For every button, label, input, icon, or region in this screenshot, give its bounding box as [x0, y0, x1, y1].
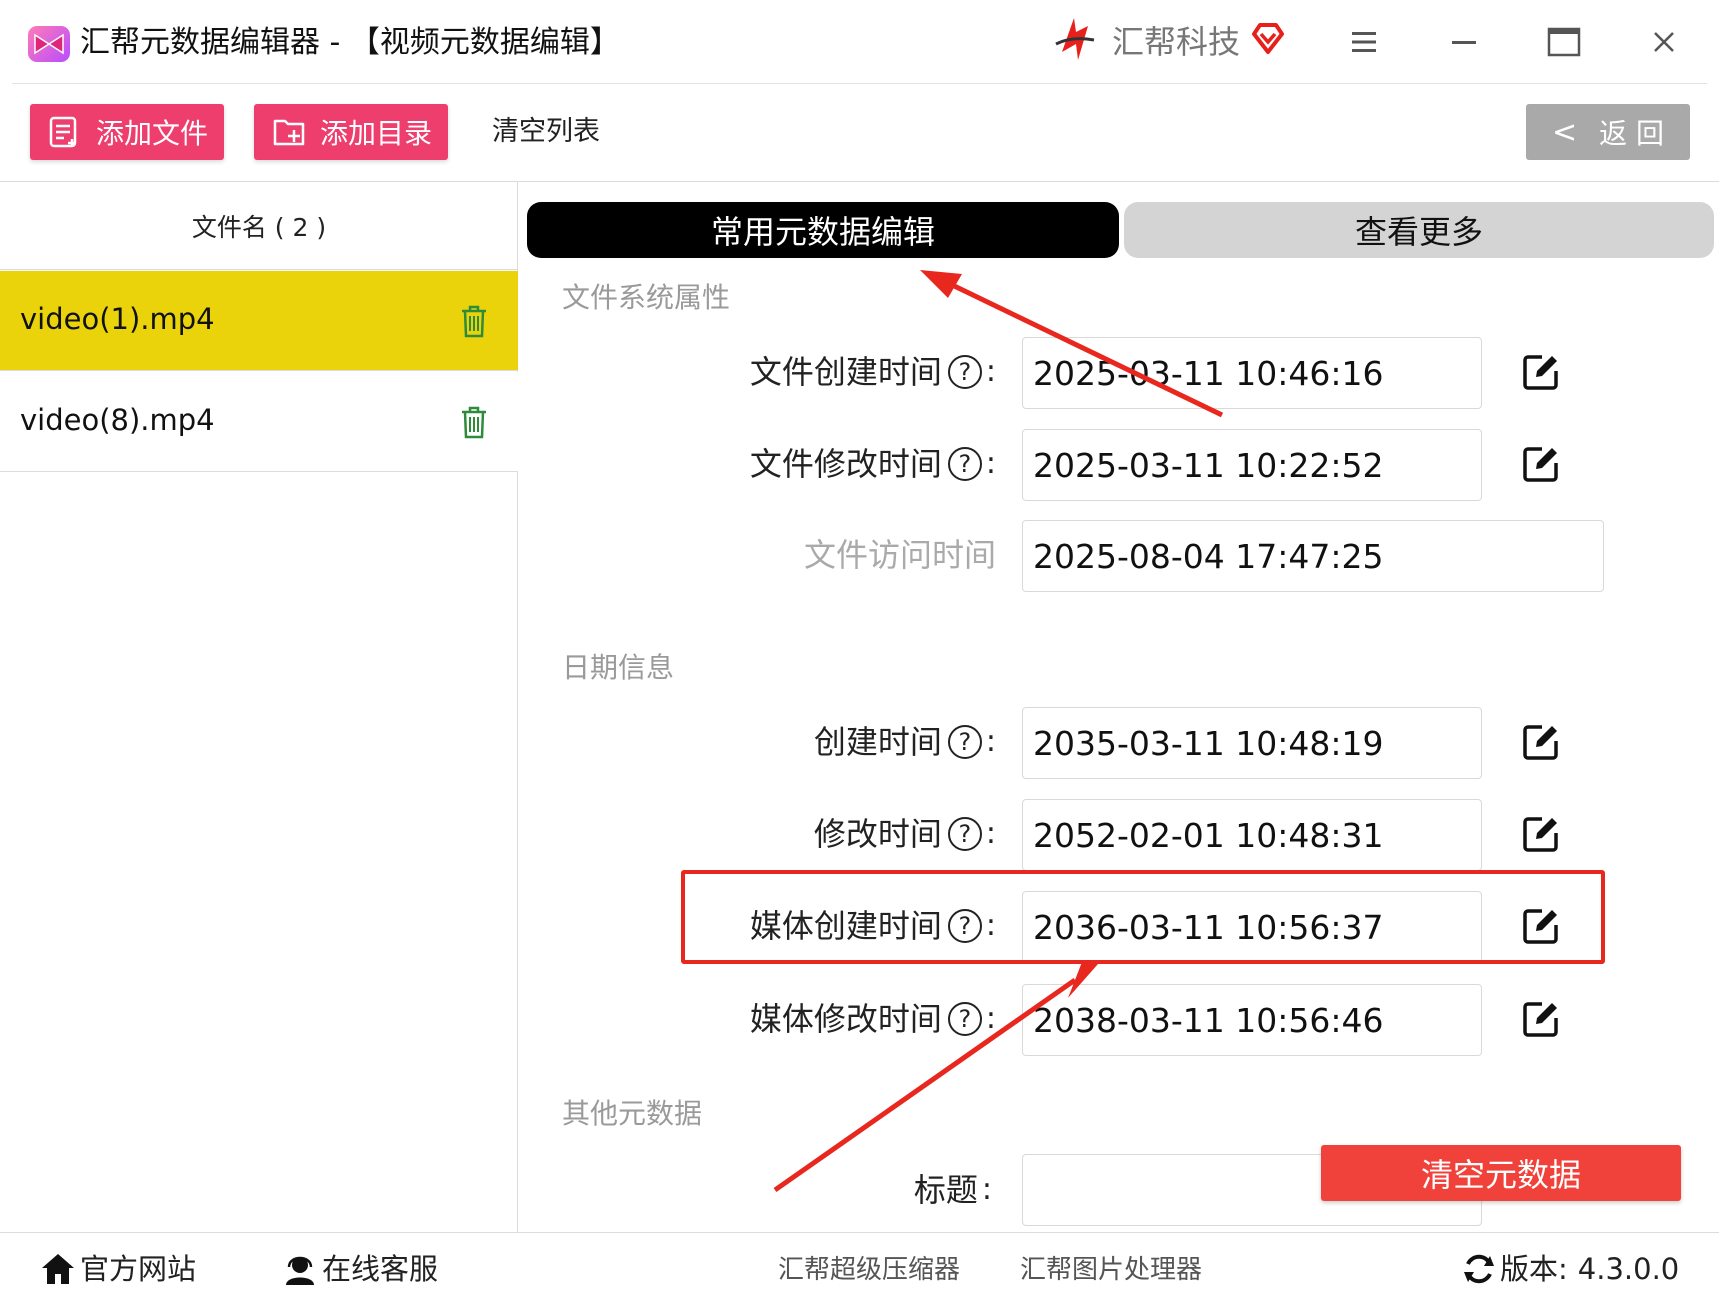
- vip-heart-icon[interactable]: [1250, 20, 1286, 56]
- clear-list-button[interactable]: 清空列表: [492, 114, 600, 150]
- image-processor-link[interactable]: 汇帮图片处理器: [1020, 1251, 1202, 1289]
- online-service-link[interactable]: 在线客服: [282, 1249, 438, 1289]
- window-title: 汇帮元数据编辑器 - 【视频元数据编辑】: [80, 25, 620, 60]
- add-folder-label: 添加目录: [320, 117, 433, 150]
- menu-button[interactable]: [1340, 18, 1388, 66]
- maximize-icon: [1547, 27, 1581, 57]
- field-label-file-created: 文件创建时间 ? :: [749, 353, 996, 391]
- edit-icon[interactable]: [1522, 445, 1560, 483]
- official-site-link[interactable]: 官方网站: [40, 1249, 196, 1289]
- file-list-header: 文件名 ( 2 ): [0, 182, 518, 270]
- file-accessed-input: 2025-08-04 17:47:25: [1022, 520, 1604, 592]
- help-icon[interactable]: ?: [947, 355, 982, 389]
- clear-metadata-button[interactable]: 清空元数据: [1321, 1145, 1681, 1201]
- edit-icon[interactable]: [1522, 815, 1560, 853]
- created-input[interactable]: 2035-03-11 10:48:19: [1022, 707, 1482, 779]
- field-label-media-modified: 媒体修改时间 ? :: [749, 1000, 996, 1038]
- add-file-icon: [49, 116, 77, 148]
- help-icon[interactable]: ?: [947, 447, 982, 481]
- field-label-file-modified: 文件修改时间 ? :: [749, 445, 996, 483]
- file-list-panel: 文件名 ( 2 ) video(1).mp4 video(8).mp4: [0, 182, 518, 1232]
- close-button[interactable]: [1640, 18, 1688, 66]
- headset-icon: [286, 1256, 314, 1285]
- field-label-modified: 修改时间 ? :: [813, 815, 996, 853]
- menu-icon: [1352, 32, 1376, 52]
- trash-icon[interactable]: [458, 404, 490, 440]
- back-button[interactable]: < 返 回: [1526, 104, 1690, 160]
- home-icon: [42, 1254, 74, 1284]
- section-title-filesystem: 文件系统属性: [562, 281, 731, 314]
- annotation-arrowhead-tab: [920, 270, 962, 298]
- version-info: 版本: 4.3.0.0: [1462, 1249, 1679, 1289]
- section-title-date: 日期信息: [562, 651, 675, 684]
- add-folder-button[interactable]: 添加目录: [254, 104, 448, 160]
- edit-icon[interactable]: [1522, 907, 1560, 945]
- media-created-input[interactable]: 2036-03-11 10:56:37: [1022, 891, 1482, 963]
- compressor-link[interactable]: 汇帮超级压缩器: [778, 1251, 960, 1289]
- modified-input[interactable]: 2052-02-01 10:48:31: [1022, 799, 1482, 871]
- field-label-media-created: 媒体创建时间 ? :: [749, 907, 996, 945]
- trash-icon[interactable]: [458, 303, 490, 339]
- add-file-button[interactable]: 添加文件: [30, 104, 224, 160]
- file-created-input[interactable]: 2025-03-11 10:46:16: [1022, 337, 1482, 409]
- title-bar: 汇帮元数据编辑器 - 【视频元数据编辑】 汇帮科技: [0, 0, 1719, 84]
- edit-icon[interactable]: [1522, 353, 1560, 391]
- toolbar: 添加文件 添加目录 清空列表 < 返 回: [0, 84, 1719, 182]
- media-modified-input[interactable]: 2038-03-11 10:56:46: [1022, 984, 1482, 1056]
- file-modified-input[interactable]: 2025-03-11 10:22:52: [1022, 429, 1482, 501]
- help-icon[interactable]: ?: [947, 909, 982, 943]
- field-label-title: 标题 :: [913, 1171, 992, 1209]
- file-list-item[interactable]: video(1).mp4: [0, 271, 518, 371]
- tab-common-metadata[interactable]: 常用元数据编辑: [527, 202, 1119, 258]
- refresh-icon[interactable]: [1462, 1252, 1496, 1286]
- file-name: video(8).mp4: [20, 403, 215, 437]
- tab-view-more[interactable]: 查看更多: [1124, 202, 1714, 258]
- brand-name: 汇帮科技: [1112, 23, 1241, 61]
- section-title-other: 其他元数据: [562, 1097, 703, 1130]
- file-list-item[interactable]: video(8).mp4: [0, 372, 518, 472]
- help-icon[interactable]: ?: [947, 1002, 982, 1036]
- field-label-file-accessed: 文件访问时间: [803, 536, 996, 574]
- back-label: 返 回: [1599, 117, 1665, 150]
- version-number: 4.3.0.0: [1577, 1252, 1680, 1286]
- edit-icon[interactable]: [1522, 723, 1560, 761]
- app-logo-icon: [28, 26, 70, 62]
- add-file-label: 添加文件: [96, 117, 209, 150]
- footer-bar: 官方网站 在线客服 汇帮超级压缩器 汇帮图片处理器 版本: 4.3.0.0: [0, 1232, 1719, 1299]
- edit-icon[interactable]: [1522, 1000, 1560, 1038]
- file-name: video(1).mp4: [20, 302, 215, 336]
- minimize-icon: [1452, 41, 1476, 44]
- help-icon[interactable]: ?: [947, 817, 982, 851]
- help-icon[interactable]: ?: [947, 725, 982, 759]
- close-icon: [1654, 32, 1674, 52]
- add-folder-icon: [273, 119, 305, 146]
- brand-icon: [1055, 18, 1095, 60]
- minimize-button[interactable]: [1440, 18, 1488, 66]
- field-label-created: 创建时间 ? :: [813, 723, 996, 761]
- chevron-left-icon: <: [1551, 114, 1578, 150]
- maximize-button[interactable]: [1540, 18, 1588, 66]
